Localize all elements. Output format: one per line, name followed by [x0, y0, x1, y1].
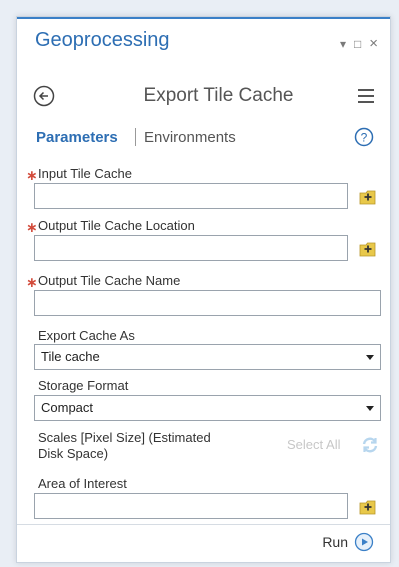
- pane-title: Geoprocessing: [35, 29, 170, 51]
- export-cache-as-select[interactable]: Tile cache: [34, 344, 381, 370]
- input-tile-cache-field[interactable]: [34, 183, 348, 209]
- tab-separator: [135, 128, 136, 146]
- chevron-down-icon: [366, 406, 374, 411]
- browse-folder-icon[interactable]: [358, 239, 378, 259]
- run-button[interactable]: Run: [322, 532, 374, 552]
- area-of-interest-field[interactable]: [34, 493, 348, 519]
- tool-title: Export Tile Cache: [143, 85, 294, 106]
- pin-dropdown-icon[interactable]: ▾: [340, 37, 346, 51]
- refresh-icon[interactable]: [360, 435, 380, 455]
- required-marker: ∗: [26, 219, 38, 235]
- output-location-field[interactable]: [34, 235, 348, 261]
- tab-environments[interactable]: Environments: [144, 129, 236, 146]
- tab-bar: Parameters Environments ?: [17, 125, 390, 155]
- chevron-down-icon: [366, 355, 374, 360]
- storage-format-value: Compact: [41, 400, 94, 415]
- output-name-field[interactable]: [34, 290, 381, 316]
- browse-folder-icon[interactable]: [358, 187, 378, 207]
- footer-divider: [17, 524, 390, 525]
- svg-text:?: ?: [361, 131, 368, 145]
- select-all-button[interactable]: Select All: [287, 437, 340, 452]
- pane-titlebar: Geoprocessing ▾ □ ×: [17, 19, 390, 61]
- scales-label-line1: Scales [Pixel Size] (Estimated: [38, 430, 211, 445]
- output-name-label: Output Tile Cache Name: [38, 273, 181, 288]
- maximize-icon[interactable]: □: [354, 37, 361, 51]
- tab-parameters[interactable]: Parameters: [36, 129, 118, 146]
- play-circle-icon: [354, 532, 374, 552]
- scales-label: Scales [Pixel Size] (Estimated Disk Spac…: [38, 430, 211, 462]
- browse-folder-icon[interactable]: [358, 497, 378, 517]
- required-marker: ∗: [26, 274, 38, 290]
- storage-format-select[interactable]: Compact: [34, 395, 381, 421]
- run-label: Run: [322, 534, 348, 550]
- scales-label-line2: Disk Space): [38, 446, 109, 461]
- export-cache-as-label: Export Cache As: [38, 328, 135, 343]
- input-tile-cache-label: Input Tile Cache: [38, 166, 132, 181]
- close-icon[interactable]: ×: [369, 35, 378, 52]
- area-of-interest-label: Area of Interest: [38, 476, 127, 491]
- export-cache-as-value: Tile cache: [41, 349, 100, 364]
- tool-header: Export Tile Cache: [17, 77, 390, 117]
- storage-format-label: Storage Format: [38, 378, 129, 393]
- output-location-label: Output Tile Cache Location: [38, 218, 195, 233]
- hamburger-menu-icon[interactable]: [358, 89, 374, 103]
- geoprocessing-pane: Geoprocessing ▾ □ × Export Tile Cache Pa…: [16, 16, 391, 563]
- help-circle-icon[interactable]: ?: [354, 127, 374, 147]
- window-controls: ▾ □ ×: [340, 35, 378, 52]
- required-marker: ∗: [26, 167, 38, 183]
